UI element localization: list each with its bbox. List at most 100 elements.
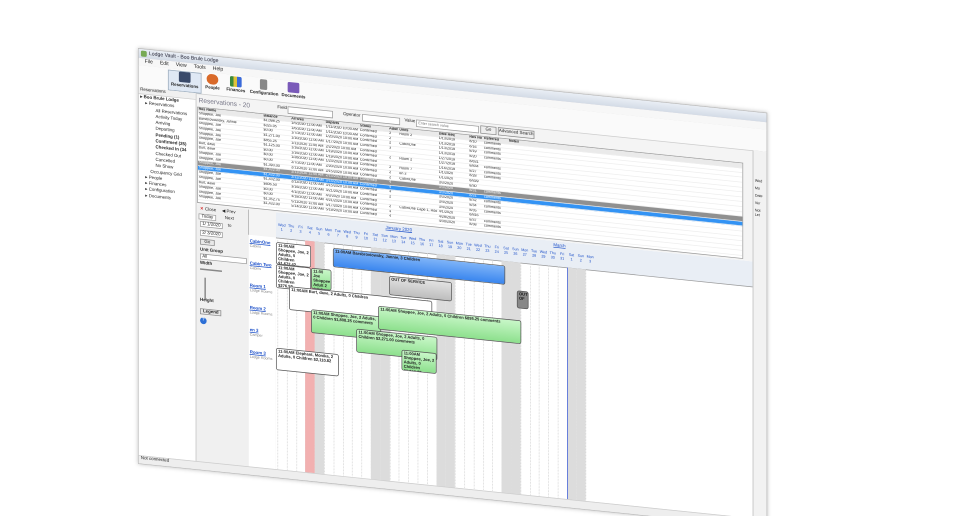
details-side-panel: Wed Mo Date Ver Not Let xyxy=(752,150,767,516)
calendar-go-button[interactable]: Go xyxy=(200,238,215,247)
unit-type: Lodge Rooms xyxy=(249,310,273,318)
day-column-header[interactable]: Mon 20 xyxy=(455,241,464,257)
day-number: 17 xyxy=(429,242,434,248)
day-column-header[interactable]: Thu 16 xyxy=(418,237,427,253)
unit-row[interactable]: CabinOne Cabins xyxy=(250,239,275,250)
configuration-button[interactable]: Configuration xyxy=(250,78,278,100)
unit-list: CabinOne Cabins Cabin Two Cabins Room 1 Lodge… xyxy=(248,234,277,470)
month-label[interactable]: January 2020 xyxy=(385,226,412,233)
day-column-header[interactable]: Sat 18 xyxy=(436,239,445,255)
next-button[interactable]: Next xyxy=(225,216,234,221)
day-column-header[interactable]: Sat 1 xyxy=(567,253,576,269)
day-gridline xyxy=(557,266,559,499)
day-column-header[interactable]: Mon 6 xyxy=(324,228,333,244)
height-slider[interactable] xyxy=(204,277,206,300)
cell: 8/38 xyxy=(469,222,477,228)
documents-button[interactable]: Documents xyxy=(280,81,306,103)
reservation-block[interactable]: OUT OF xyxy=(516,290,529,310)
field-label: Field xyxy=(277,105,287,111)
day-column-header[interactable]: Sun 19 xyxy=(446,240,455,256)
unit-row[interactable]: Cabin Two Cabins xyxy=(250,261,275,272)
close-label: Close xyxy=(204,207,217,213)
menu-tools[interactable]: Tools xyxy=(194,64,206,70)
status-text: Not connected xyxy=(140,456,170,464)
app-window: Lodge Vault - Boo Brule Lodge File Edit … xyxy=(138,48,768,516)
day-column-header[interactable]: Sun 26 xyxy=(511,247,520,263)
day-column-header[interactable]: Fri 3 xyxy=(296,225,305,241)
reservation-block[interactable]: 11:00AM Shoppee, Joe, 2 Adults, 0 Childr… xyxy=(401,349,437,374)
day-gridline xyxy=(464,256,466,490)
day-number: 4 xyxy=(308,230,311,236)
day-column-header[interactable]: Thu 23 xyxy=(483,244,492,260)
day-column-header[interactable]: Thu 9 xyxy=(352,231,361,247)
calendar-controls: ✕ Close ◀ Prev Today Next 1/ 1/2020 to 2… xyxy=(197,204,249,468)
reservation-block[interactable]: 11:00 Joe Shoppee Adult 2 Adults xyxy=(311,267,332,291)
menu-edit[interactable]: Edit xyxy=(160,61,169,67)
menu-help[interactable]: Help xyxy=(213,66,224,72)
bar-chart-icon xyxy=(229,75,242,88)
day-gridline xyxy=(482,258,484,492)
day-gridline xyxy=(585,269,587,502)
day-column-header[interactable]: Tue 28 xyxy=(530,249,539,265)
day-column-header[interactable]: Mon 27 xyxy=(520,248,529,264)
legend-button[interactable]: Legend xyxy=(200,308,222,317)
tree-item-label: Documents xyxy=(148,193,171,201)
people-label: People xyxy=(205,85,220,92)
day-column-header[interactable]: Wed 29 xyxy=(539,250,548,266)
printer-icon xyxy=(287,81,300,94)
today-button[interactable]: Today xyxy=(198,213,217,222)
day-number: 31 xyxy=(560,256,565,262)
day-gridline xyxy=(361,246,363,479)
to-label: to xyxy=(227,223,232,229)
day-column-header[interactable]: Mon 3 xyxy=(586,255,595,271)
cell: 4 xyxy=(389,214,392,219)
app-icon xyxy=(140,50,147,58)
main-area: Reservations - 20 Field Operator Value G… xyxy=(197,93,754,516)
day-column-header[interactable]: Sun 12 xyxy=(380,233,389,249)
unit-row[interactable]: en 3 Camper xyxy=(250,328,275,339)
day-column-header[interactable]: Tue 21 xyxy=(464,242,473,258)
help-icon[interactable]: ? xyxy=(200,317,207,325)
width-label: Width xyxy=(200,260,213,267)
day-column-header[interactable]: Thu 30 xyxy=(548,251,557,267)
day-column-header[interactable]: Wed 15 xyxy=(408,236,417,252)
day-column-header[interactable]: Tue 14 xyxy=(399,235,408,251)
day-column-header[interactable]: Sat 4 xyxy=(305,226,314,242)
unit-row[interactable]: Room 1 Lodge Rooms xyxy=(250,284,275,295)
day-column-header[interactable]: Wed 22 xyxy=(474,243,483,259)
people-button[interactable]: People xyxy=(203,73,222,94)
day-column-header[interactable]: Tue 7 xyxy=(333,229,342,245)
day-column-header[interactable]: Sat 25 xyxy=(502,246,511,262)
detail-field-label: Ver xyxy=(754,200,761,206)
menu-file[interactable]: File xyxy=(145,59,153,65)
reservation-block[interactable]: 11:00AM Elephant, Monika, 2 Adults, 0 Ch… xyxy=(275,347,339,377)
go-button[interactable]: Go xyxy=(480,125,497,136)
prev-button[interactable]: ◀ Prev xyxy=(222,208,236,215)
day-column-header[interactable]: Wed 8 xyxy=(343,230,352,246)
menu-view[interactable]: View xyxy=(176,62,187,68)
day-column-header[interactable]: Thu 2 xyxy=(287,224,296,240)
unit-row[interactable]: Room 3 Lodge Rooms xyxy=(250,350,275,361)
from-date-field[interactable]: 1/ 1/2020 xyxy=(200,220,223,230)
day-column-header[interactable]: Sun 2 xyxy=(576,254,585,270)
unit-row[interactable]: Room 2 Lodge Rooms xyxy=(250,306,275,317)
next-label: Next xyxy=(224,216,234,222)
calendar-book-icon xyxy=(178,71,191,83)
day-column-header[interactable]: Fri 24 xyxy=(492,245,501,261)
day-number: 24 xyxy=(494,249,499,255)
day-column-header[interactable]: Fri 10 xyxy=(362,232,371,248)
month2-label[interactable]: March xyxy=(553,243,565,249)
reservations-label: Reservations xyxy=(170,82,199,90)
day-column-header[interactable]: Sun 5 xyxy=(315,227,324,243)
day-column-header[interactable]: Fri 31 xyxy=(558,252,567,268)
day-column-header[interactable]: Sat 11 xyxy=(371,233,380,249)
day-column-header[interactable]: Mon 13 xyxy=(390,234,399,250)
day-column-header[interactable]: Fri 17 xyxy=(427,238,436,254)
cell xyxy=(389,200,398,201)
day-column-header[interactable]: Wed 1 xyxy=(277,223,286,239)
detail-field-label: Date xyxy=(754,193,763,199)
finances-button[interactable]: Finances xyxy=(225,75,247,96)
to-date-field[interactable]: 2/ 3/2020 xyxy=(200,229,223,239)
close-button[interactable]: ✕ Close xyxy=(200,206,216,213)
width-slider[interactable] xyxy=(200,268,222,272)
